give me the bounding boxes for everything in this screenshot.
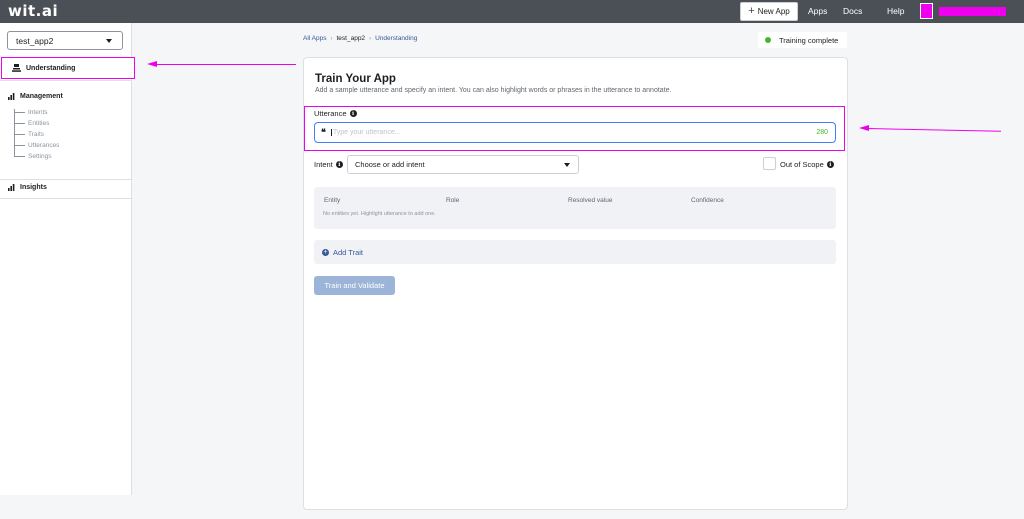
new-app-button[interactable]: + New App (740, 2, 798, 21)
breadcrumb-page: Understanding (375, 35, 418, 42)
utterance-label-text: Utterance (314, 109, 347, 118)
info-icon[interactable]: i (349, 110, 357, 117)
divider (0, 80, 132, 81)
page-subtitle: Add a sample utterance and specify an in… (315, 87, 672, 94)
caret-down-icon (564, 163, 570, 167)
annotation-arrow-head (859, 125, 869, 131)
plus-icon: + (748, 5, 755, 17)
divider (0, 179, 132, 180)
breadcrumb-all-apps[interactable]: All Apps (303, 35, 327, 42)
add-trait-button[interactable]: + Add Trait (314, 240, 836, 264)
caret-down-icon (106, 39, 112, 43)
quote-icon: ❝ (321, 127, 326, 138)
sidebar-item-label: Insights (20, 184, 47, 191)
utterance-placeholder: Type your utterance... (330, 129, 401, 136)
training-status-badge: Training complete (758, 32, 847, 48)
plus-circle-icon: + (322, 248, 329, 256)
wit-logo[interactable]: wit.ai (8, 2, 58, 20)
status-dot-icon (765, 37, 771, 43)
info-icon[interactable]: i (826, 161, 834, 168)
sidebar-subitem-intents[interactable]: Intents (14, 109, 48, 116)
understanding-icon (12, 64, 21, 72)
sidebar-item-management[interactable]: Management (8, 93, 63, 100)
user-name-redacted[interactable] (939, 7, 1006, 16)
app-select[interactable]: test_app2 (7, 31, 123, 50)
sidebar-item-understanding[interactable]: Understanding (1, 57, 135, 79)
utterance-label: Utterance i (314, 109, 357, 118)
intent-label: Intent i (314, 160, 343, 169)
annotation-arrow-head (147, 61, 157, 67)
out-of-scope-text: Out of Scope (780, 160, 824, 169)
breadcrumb: All Apps › test_app2 › Understanding (303, 35, 417, 42)
sidebar-subitem-utterances[interactable]: Utterances (14, 142, 59, 149)
breadcrumb-app[interactable]: test_app2 (337, 35, 366, 42)
train-and-validate-button[interactable]: Train and Validate (314, 276, 395, 295)
add-trait-label: Add Trait (333, 247, 364, 257)
sidebar: test_app2 Understanding Management Inten… (0, 23, 135, 495)
top-bar: wit.ai + New App Apps Docs Help (0, 0, 1024, 23)
intent-select[interactable]: Choose or add intent (347, 155, 579, 174)
sidebar-subitem-entities[interactable]: Entities (14, 120, 49, 127)
sidebar-item-label: Understanding (26, 64, 76, 72)
sidebar-subitem-settings[interactable]: Settings (14, 153, 52, 160)
column-header-role: Role (446, 197, 460, 204)
out-of-scope-label: Out of Scope i (780, 160, 834, 169)
out-of-scope-checkbox[interactable] (763, 157, 776, 170)
entities-table: Entity Role Resolved value Confidence No… (314, 187, 836, 229)
column-header-entity: Entity (324, 197, 341, 204)
chevron-right-icon: › (330, 35, 333, 42)
apps-link[interactable]: Apps (808, 6, 827, 16)
bar-chart-icon (8, 184, 15, 191)
annotation-arrow-line (867, 128, 1001, 132)
docs-link[interactable]: Docs (843, 6, 862, 16)
intent-label-text: Intent (314, 160, 333, 169)
annotation-arrow-line (156, 64, 296, 65)
divider (0, 198, 132, 199)
column-header-confidence: Confidence (691, 197, 724, 204)
app-select-value: test_app2 (16, 35, 54, 46)
no-entities-note: No entities yet. Highlight utterance to … (323, 211, 436, 217)
sidebar-item-insights[interactable]: Insights (8, 184, 47, 191)
help-link[interactable]: Help (887, 6, 904, 16)
user-avatar[interactable] (920, 3, 933, 19)
sidebar-subitem-traits[interactable]: Traits (14, 131, 44, 138)
chevron-right-icon: › (369, 35, 372, 42)
utterance-input[interactable]: ❝ Type your utterance... 280 (314, 122, 836, 143)
column-header-resolved-value: Resolved value (568, 197, 613, 204)
character-count: 280 (816, 129, 828, 136)
new-app-label: New App (757, 7, 790, 16)
intent-select-value: Choose or add intent (355, 160, 425, 169)
sidebar-item-label: Management (20, 93, 63, 100)
page-title: Train Your App (315, 73, 396, 85)
bar-chart-icon (8, 93, 15, 100)
training-status-text: Training complete (779, 35, 839, 45)
info-icon[interactable]: i (335, 161, 343, 168)
